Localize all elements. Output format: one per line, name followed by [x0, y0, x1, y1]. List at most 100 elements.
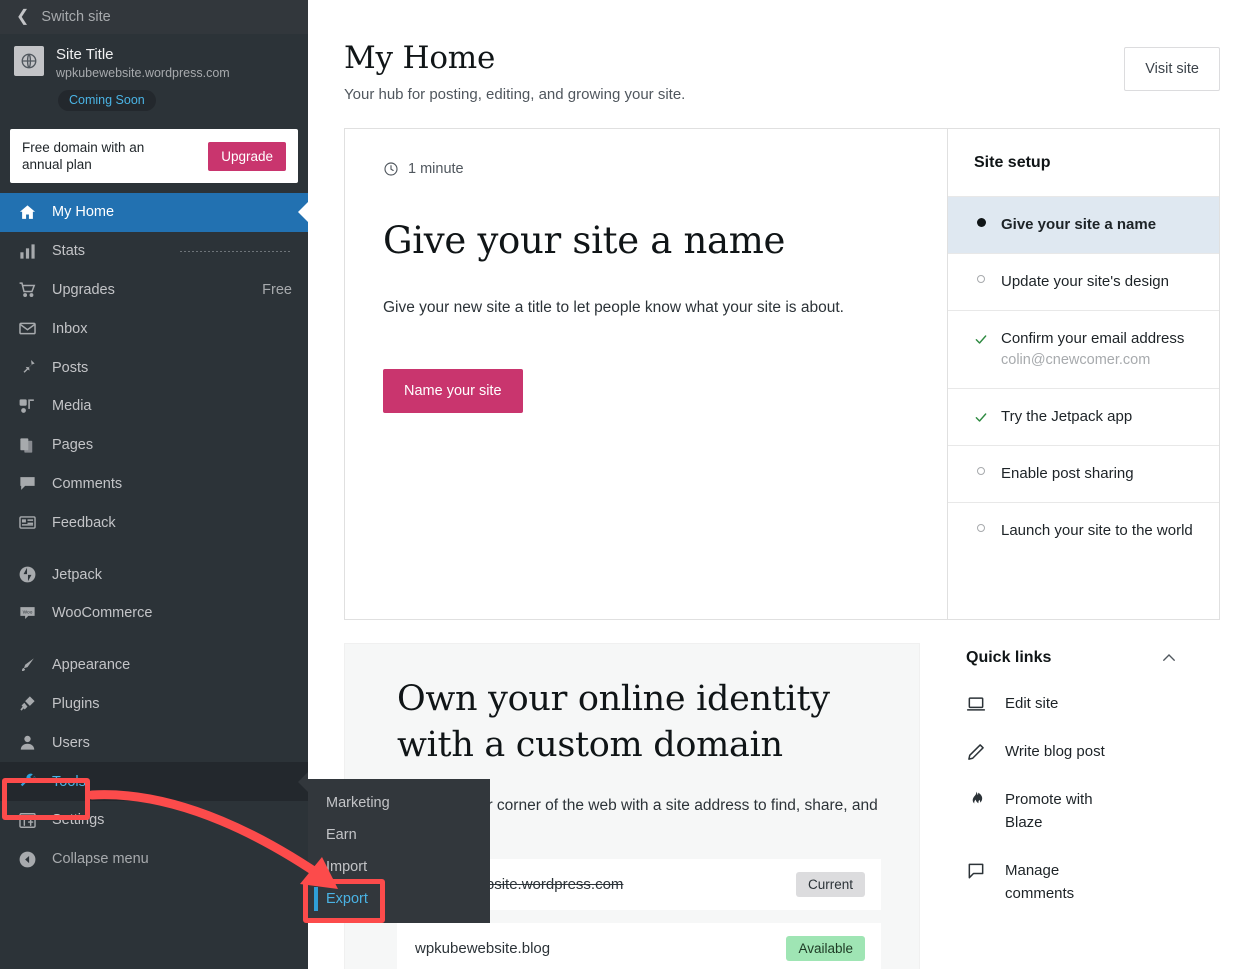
domain-status-badge: Available [786, 936, 865, 961]
setup-item-launch-site[interactable]: Launch your site to the world [948, 503, 1219, 559]
sidebar-item-label: Tools [52, 773, 86, 790]
setup-item-label: Update your site's design [1001, 273, 1169, 290]
envelope-icon [16, 319, 38, 338]
submenu-item-marketing[interactable]: Marketing [308, 787, 490, 819]
media-icon [16, 397, 38, 416]
switch-site-button[interactable]: ❮ Switch site [0, 0, 308, 34]
domain-status-badge: Current [795, 872, 865, 897]
sidebar-item-comments[interactable]: Comments [0, 465, 308, 504]
sidebar-item-feedback[interactable]: Feedback [0, 503, 308, 542]
pencil-icon [966, 740, 986, 762]
bullet-filled-icon [974, 214, 988, 227]
sidebar-item-upgrades[interactable]: Upgrades Free [0, 271, 308, 310]
sidebar-item-plugins[interactable]: Plugins [0, 685, 308, 724]
sidebar-item-label: Jetpack [52, 566, 102, 583]
quick-links-header[interactable]: Quick links [966, 649, 1220, 667]
name-your-site-button[interactable]: Name your site [383, 369, 523, 413]
home-icon [16, 203, 38, 222]
setup-item-label: Try the Jetpack app [1001, 408, 1133, 425]
stats-sparkline [180, 251, 290, 253]
quick-link-manage-comments[interactable]: Manage comments [966, 859, 1126, 905]
bullet-empty-icon [974, 271, 988, 283]
sidebar-item-label: Appearance [52, 657, 131, 674]
setup-item-jetpack-app[interactable]: Try the Jetpack app [948, 389, 1219, 446]
upgrades-plan-badge: Free [262, 281, 292, 298]
site-card[interactable]: Site Title wpkubewebsite.wordpress.com C… [0, 34, 308, 121]
sidebar-item-pages[interactable]: Pages [0, 426, 308, 465]
collapse-icon [16, 850, 38, 869]
task-time-label: 1 minute [408, 161, 464, 177]
upgrade-banner: Free domain with an annual plan Upgrade [10, 129, 298, 183]
site-setup-card: Site setup Give your site a name Update … [947, 128, 1220, 620]
cart-icon [16, 280, 38, 299]
check-icon [974, 406, 988, 425]
domain-row[interactable]: wpkubewebsite.blog Available [397, 923, 881, 969]
setup-item-label: Launch your site to the world [1001, 522, 1193, 539]
jetpack-icon [16, 565, 38, 584]
sidebar-item-label: Plugins [52, 695, 100, 712]
quick-link-promote-with-blaze[interactable]: Promote with Blaze [966, 788, 1126, 834]
status-badge: Coming Soon [58, 90, 156, 111]
sidebar-item-woocommerce[interactable]: Woo WooCommerce [0, 594, 308, 633]
sidebar-item-label: Inbox [52, 320, 88, 337]
submenu-item-import[interactable]: Import [308, 851, 490, 883]
comment-icon [16, 474, 38, 493]
sidebar-item-label: Users [52, 734, 90, 751]
chevron-left-icon: ❮ [16, 8, 30, 25]
quick-link-edit-site[interactable]: Edit site [966, 692, 1126, 715]
check-icon [974, 328, 988, 347]
sidebar-item-posts[interactable]: Posts [0, 348, 308, 387]
sidebar-item-collapse-menu[interactable]: Collapse menu [0, 840, 308, 879]
globe-icon [14, 46, 44, 76]
setup-item-update-design[interactable]: Update your site's design [948, 254, 1219, 311]
wrench-icon [16, 772, 38, 791]
visit-site-button[interactable]: Visit site [1124, 47, 1220, 91]
quick-link-label: Edit site [1005, 695, 1059, 712]
site-url: wpkubewebsite.wordpress.com [56, 66, 230, 80]
sidebar-item-my-home[interactable]: My Home [0, 193, 308, 232]
submenu-item-label: Export [326, 891, 368, 907]
sidebar-item-media[interactable]: Media [0, 387, 308, 426]
sidebar-item-tools[interactable]: Tools [0, 762, 308, 801]
domain-name: wpkubewebsite.blog [415, 940, 551, 957]
quick-link-label: Write blog post [1005, 743, 1105, 760]
setup-item-label: Enable post sharing [1001, 465, 1134, 482]
pages-icon [16, 436, 38, 455]
comment-bubble-icon [966, 859, 986, 881]
sidebar-item-jetpack[interactable]: Jetpack [0, 555, 308, 594]
task-time: 1 minute [383, 161, 909, 177]
tools-submenu: Marketing Earn Import Export [308, 779, 490, 923]
sidebar-item-appearance[interactable]: Appearance [0, 646, 308, 685]
sidebar-item-label: Media [52, 398, 92, 415]
setup-item-confirm-email[interactable]: Confirm your email address colin@cnewcom… [948, 311, 1219, 389]
plug-icon [16, 694, 38, 713]
user-icon [16, 733, 38, 752]
chevron-up-icon[interactable] [1160, 649, 1178, 667]
quick-link-write-blog-post[interactable]: Write blog post [966, 740, 1126, 763]
sidebar-item-label: Feedback [52, 514, 116, 531]
setup-item-text: Confirm your email address colin@cnewcom… [1001, 328, 1184, 371]
task-title: Give your site a name [383, 219, 786, 262]
page-subtitle: Your hub for posting, editing, and growi… [344, 86, 686, 103]
switch-site-label: Switch site [41, 9, 111, 25]
sidebar-item-users[interactable]: Users [0, 723, 308, 762]
quick-links-heading: Quick links [966, 649, 1052, 666]
site-title: Site Title [56, 46, 114, 63]
sidebar-item-label: Pages [52, 437, 94, 454]
upgrade-button[interactable]: Upgrade [208, 141, 286, 171]
sliders-icon [16, 811, 38, 830]
sidebar-nav: My Home Stats Upgrades Free Inbox Posts … [0, 193, 308, 879]
cards-row: 1 minute Give your site a name Give your… [344, 128, 1220, 620]
sidebar-item-label: Posts [52, 359, 89, 376]
sidebar-item-inbox[interactable]: Inbox [0, 309, 308, 348]
svg-text:Woo: Woo [22, 609, 32, 615]
submenu-item-earn[interactable]: Earn [308, 819, 490, 851]
sidebar-item-settings[interactable]: Settings [0, 801, 308, 840]
quick-link-label: Manage comments [1005, 862, 1075, 902]
sidebar-item-stats[interactable]: Stats [0, 232, 308, 271]
sidebar-item-label: Comments [52, 475, 123, 492]
submenu-item-export[interactable]: Export [308, 883, 490, 915]
setup-item-give-your-site-a-name[interactable]: Give your site a name [948, 197, 1219, 254]
task-card: 1 minute Give your site a name Give your… [344, 128, 947, 620]
setup-item-post-sharing[interactable]: Enable post sharing [948, 446, 1219, 503]
